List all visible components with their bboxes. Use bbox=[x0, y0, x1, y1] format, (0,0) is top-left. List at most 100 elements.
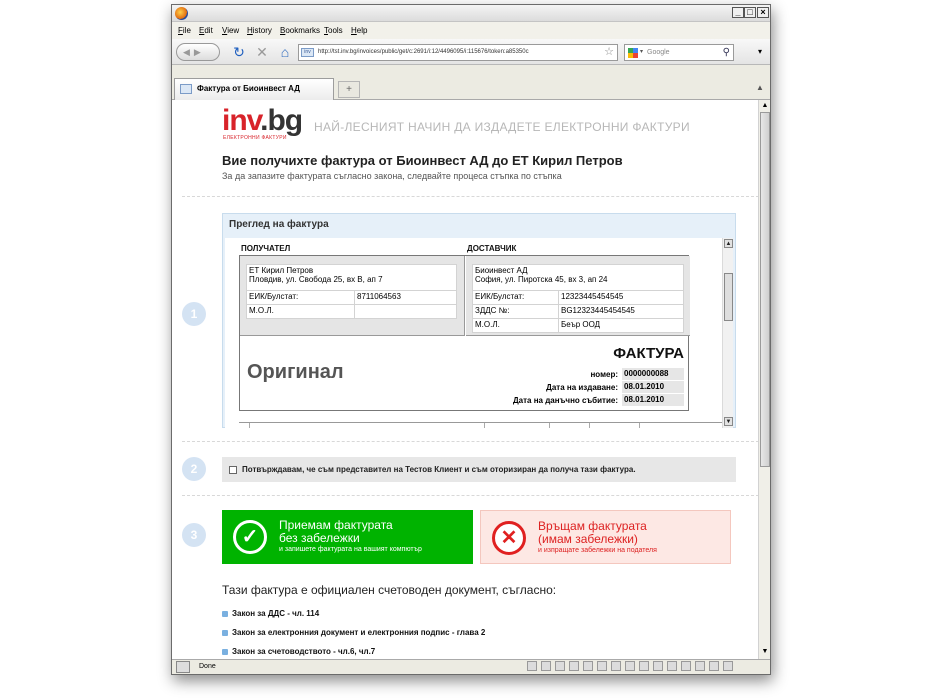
checkmark-icon: ✓ bbox=[233, 520, 267, 554]
preview-scrollbar[interactable]: ▲ ▼ bbox=[722, 238, 733, 428]
page-scrollbar[interactable]: ▲ ▼ bbox=[758, 100, 770, 659]
reload-icon[interactable]: ↻ bbox=[229, 42, 249, 62]
recipient-eik-label: ЕИК/Булстат: bbox=[246, 290, 355, 305]
invoice-number-row: номер: 0000000088 bbox=[590, 368, 684, 380]
maximize-button[interactable]: □ bbox=[744, 7, 756, 18]
x-circle-icon: ✕ bbox=[492, 521, 526, 555]
menu-help[interactable]: Help bbox=[351, 26, 367, 35]
tab-invoice[interactable]: Фактура от Биоинвест АД bbox=[174, 78, 334, 100]
title-bar: _ □ × bbox=[172, 5, 770, 22]
confirm-row: Потвърждавам, че съм представител на Тес… bbox=[222, 457, 736, 482]
addon-icon[interactable] bbox=[639, 661, 649, 671]
addon-icon[interactable] bbox=[695, 661, 705, 671]
supplier-eik-label: ЕИК/Булстат: bbox=[472, 290, 559, 305]
divider bbox=[182, 441, 758, 442]
menu-tools[interactable]: Tools bbox=[324, 26, 343, 35]
supplier-header: ДОСТАВЧИК bbox=[467, 244, 517, 253]
logo-inv: inv bbox=[222, 104, 261, 137]
legal-intro: Тази фактура е официален счетоводен доку… bbox=[222, 583, 557, 597]
home-icon[interactable]: ⌂ bbox=[275, 42, 295, 62]
recipient-mol bbox=[354, 304, 457, 319]
addon-icon[interactable] bbox=[723, 661, 733, 671]
stop-icon[interactable]: ✕ bbox=[252, 42, 272, 62]
accept-hint: и запишете фактурата на вашият компютър bbox=[279, 546, 422, 553]
recipient-name: ЕТ Кирил Петров bbox=[249, 266, 314, 275]
law-link-edoc[interactable]: Закон за електронния документ и електрон… bbox=[222, 628, 485, 637]
addon-icon[interactable] bbox=[709, 661, 719, 671]
scroll-thumb[interactable] bbox=[760, 112, 770, 467]
reject-line2: (имам забележки) bbox=[538, 532, 638, 546]
preview-scroll-down-icon[interactable]: ▼ bbox=[724, 417, 733, 426]
preview-scroll-thumb[interactable] bbox=[724, 273, 733, 321]
status-bar: Done bbox=[172, 659, 770, 674]
law-link-vat[interactable]: Закон за ДДС - чл. 114 bbox=[222, 609, 319, 618]
supplier-address: София, ул. Пиротска 45, вх 3, ап 24 bbox=[475, 275, 608, 284]
invoice-preview-frame[interactable]: ПОЛУЧАТЕЛ ДОСТАВЧИК ЕТ Кирил Петров Пловд… bbox=[225, 238, 733, 428]
supplier-eik: 12323445454545 bbox=[558, 290, 684, 305]
issue-date: 08.01.2010 bbox=[622, 381, 684, 393]
addon-icon[interactable] bbox=[597, 661, 607, 671]
accept-line2: без забележки bbox=[279, 531, 360, 545]
menu-bookmarks[interactable]: Bookmarks bbox=[280, 26, 320, 35]
page-content: inv.bg ЕЛЕКТРОННИ ФАКТУРИ НАЙ-ЛЕСНИЯТ НА… bbox=[172, 100, 758, 659]
preview-scroll-up-icon[interactable]: ▲ bbox=[724, 239, 733, 248]
toolbar-overflow-icon[interactable]: ▾ bbox=[750, 42, 770, 62]
scroll-down-icon[interactable]: ▼ bbox=[760, 647, 770, 657]
addon-icon[interactable] bbox=[541, 661, 551, 671]
tab-scroll-icon[interactable]: ▲ bbox=[756, 83, 764, 92]
scroll-up-icon[interactable]: ▲ bbox=[760, 101, 770, 111]
menu-edit[interactable]: Edit bbox=[199, 26, 213, 35]
confirm-checkbox[interactable] bbox=[229, 466, 237, 474]
addon-icons bbox=[527, 661, 733, 674]
back-forward-button[interactable]: ◀▶ bbox=[176, 43, 220, 61]
menu-history[interactable]: History bbox=[247, 26, 272, 35]
navigation-toolbar: ◀▶ ↻ ✕ ⌂ inv http://tst.inv.bg/invoices/… bbox=[172, 39, 770, 65]
menu-bar: File Edit View History Bookmarks Tools H… bbox=[172, 22, 770, 39]
supplier-table: Биоинвест АД София, ул. Пиротска 45, вх 3… bbox=[472, 264, 684, 333]
addon-icon[interactable] bbox=[653, 661, 663, 671]
addon-icon[interactable] bbox=[681, 661, 691, 671]
addon-icon[interactable] bbox=[625, 661, 635, 671]
page-subtitle: За да запазите фактурата съгласно закона… bbox=[222, 171, 562, 181]
browser-window: _ □ × File Edit View History Bookmarks T… bbox=[171, 4, 771, 675]
search-placeholder: Google bbox=[647, 49, 670, 56]
supplier-vat-label: ЗДДС №: bbox=[472, 304, 559, 319]
status-toggle-icon[interactable] bbox=[176, 661, 190, 673]
recipient-table: ЕТ Кирил Петров Пловдив, ул. Свобода 25, … bbox=[246, 264, 457, 319]
tax-date-label: Дата на данъчно събитие: bbox=[512, 395, 618, 405]
recipient-address: Пловдив, ул. Свобода 25, вх В, ап 7 bbox=[249, 275, 383, 284]
recipient-header: ПОЛУЧАТЕЛ bbox=[241, 244, 291, 253]
menu-view[interactable]: View bbox=[222, 26, 239, 35]
addon-icon[interactable] bbox=[667, 661, 677, 671]
supplier-name: Биоинвест АД bbox=[475, 266, 528, 275]
engine-dropdown-icon[interactable]: ▾ bbox=[640, 45, 643, 60]
search-box[interactable]: ▾ Google ⚲ bbox=[624, 44, 734, 61]
inv-bg-logo[interactable]: inv.bg bbox=[222, 104, 303, 137]
supplier-mol-label: М.О.Л. bbox=[472, 318, 559, 333]
reject-invoice-button[interactable]: ✕ Връщам фактурата (имам забележки) и изп… bbox=[480, 510, 731, 564]
address-bar[interactable]: inv http://tst.inv.bg/invoices/public/ge… bbox=[298, 44, 618, 61]
bookmark-star-icon[interactable]: ☆ bbox=[604, 45, 614, 60]
addon-icon[interactable] bbox=[611, 661, 621, 671]
tab-title: Фактура от Биоинвест АД bbox=[197, 84, 300, 93]
google-icon[interactable] bbox=[627, 47, 639, 59]
close-button[interactable]: × bbox=[757, 7, 769, 18]
firefox-icon bbox=[175, 7, 188, 20]
addon-icon[interactable] bbox=[555, 661, 565, 671]
menu-file[interactable]: File bbox=[178, 26, 191, 35]
invoice-lines-table-edge bbox=[239, 422, 725, 428]
minimize-button[interactable]: _ bbox=[732, 7, 744, 18]
addon-icon[interactable] bbox=[569, 661, 579, 671]
status-text: Done bbox=[199, 663, 216, 670]
accept-invoice-button[interactable]: ✓ Приемам фактурата без забележки и запиш… bbox=[222, 510, 473, 564]
new-tab-button[interactable]: + bbox=[338, 81, 360, 98]
law-link-accounting[interactable]: Закон за счетоводството - чл.6, чл.7 bbox=[222, 647, 375, 656]
site-favicon: inv bbox=[301, 48, 314, 57]
addon-icon[interactable] bbox=[527, 661, 537, 671]
confirm-label[interactable]: Потвърждавам, че съм представител на Тес… bbox=[242, 465, 636, 474]
addon-icon[interactable] bbox=[583, 661, 593, 671]
invoice-number-label: номер: bbox=[590, 369, 618, 379]
invoice-document: ЕТ Кирил Петров Пловдив, ул. Свобода 25, … bbox=[239, 255, 690, 411]
tab-strip: Фактура от Биоинвест АД + ▲ bbox=[172, 65, 770, 100]
search-icon[interactable]: ⚲ bbox=[723, 45, 730, 60]
